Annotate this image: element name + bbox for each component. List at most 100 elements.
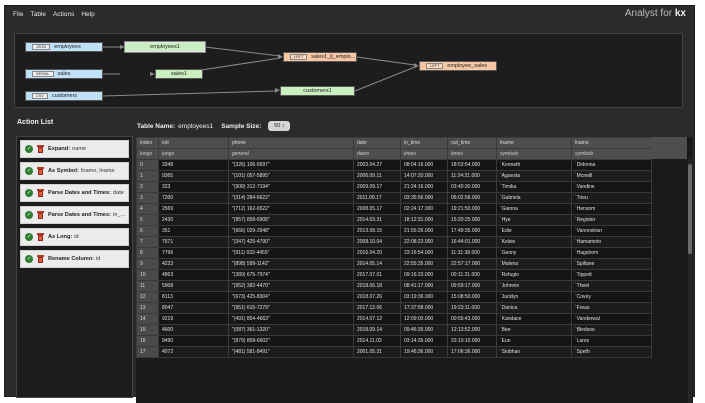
table-row: 11 5908 "(952) 382-4470" 2018.06.18 08:41:17… xyxy=(136,280,652,292)
table-cell: 2006.09.11 xyxy=(353,170,401,182)
column-header[interactable]: out_time xyxy=(447,137,497,149)
table-cell: 9490 xyxy=(158,335,229,347)
check-icon[interactable]: ✓ xyxy=(25,189,33,197)
action-item-expand[interactable]: ✓ Expand: name xyxy=(20,140,129,158)
table-row: 5 2430 "(857) 858-6908" 2014.03.31 18:12:31.… xyxy=(136,214,652,226)
trash-icon[interactable] xyxy=(37,145,44,153)
table-cell: 2009.09.17 xyxy=(353,181,401,193)
table-cell: `Kelsie xyxy=(496,236,572,248)
transform-node-employees1[interactable]: employees1 xyxy=(125,42,205,52)
action-item-as-long[interactable]: ✓ As Long: id xyxy=(20,228,129,246)
column-type[interactable]: symbols xyxy=(571,148,652,160)
column-header[interactable]: lname xyxy=(571,137,652,149)
table-cell: `Lares xyxy=(571,335,652,347)
action-list: ✓ Expand: name ✓ As Symbol: fname, lname… xyxy=(16,136,133,398)
action-detail: id xyxy=(96,256,101,262)
table-cell: `Vanderwal xyxy=(571,313,652,325)
table-row: 13 8047 "(951) 615-7279" 2017.12.06 17:37:58… xyxy=(136,302,652,314)
row-index: 1 xyxy=(136,170,159,182)
pipeline-canvas[interactable]: JSON employees SERIAL sales CSV customer… xyxy=(14,33,683,108)
column-header[interactable]: date xyxy=(353,137,401,149)
action-item-rename-column[interactable]: ✓ Rename Column: id xyxy=(20,250,129,268)
table-cell: 18:53:54.000 xyxy=(447,159,497,171)
table-cell: 02:24:17.000 xyxy=(400,203,448,215)
check-icon[interactable]: ✓ xyxy=(25,211,33,219)
action-item-parse-in-time[interactable]: ✓ Parse Dates and Times: in_... xyxy=(20,206,129,224)
sample-size-select[interactable]: 50 ↕ xyxy=(268,121,291,131)
table-row: 6 351 "(666) 029-2948" 2013.08.15 21:55:26.0… xyxy=(136,225,652,237)
transform-node-customers1[interactable]: customers1 xyxy=(280,86,355,96)
source-node-customers[interactable]: CSV customers xyxy=(25,91,103,101)
column-header[interactable]: in_time xyxy=(400,137,448,149)
trash-icon[interactable] xyxy=(37,233,44,241)
table-cell: 11:31:38.000 xyxy=(447,247,497,259)
menu-table[interactable]: Table xyxy=(30,11,46,18)
menu-help[interactable]: Help xyxy=(81,11,94,18)
table-cell: `Aguesta xyxy=(496,170,572,182)
brand-prefix: Analyst for xyxy=(624,8,675,19)
table-cell: 22:55:35.000 xyxy=(400,258,448,270)
table-row: 7 7571 "(347) 425-4790" 2008.10.04 22:08:23.… xyxy=(136,236,652,248)
table-cell: `Trieu xyxy=(571,192,652,204)
table-cell: 00:56:43.000 xyxy=(447,313,497,325)
table-cell: 2001.05.31 xyxy=(353,346,401,358)
trash-icon[interactable] xyxy=(37,189,44,197)
table-cell: 17:37:58.000 xyxy=(400,302,448,314)
action-name: Expand: xyxy=(48,146,71,152)
action-name: Rename Column: xyxy=(48,256,94,262)
column-type[interactable]: longs xyxy=(136,148,159,160)
table-cell: "(326) 106-5697" xyxy=(228,159,354,171)
action-item-as-symbol[interactable]: ✓ As Symbol: fname, lname xyxy=(20,162,129,180)
table-cell: `Theel xyxy=(571,280,652,292)
vertical-scrollbar[interactable] xyxy=(688,159,692,403)
column-header[interactable]: fname xyxy=(496,137,572,149)
table-cell: `Refugio xyxy=(496,269,572,281)
table-cell: 4072 xyxy=(158,346,229,358)
menu-file[interactable]: File xyxy=(13,11,23,18)
column-type[interactable]: symbols xyxy=(496,148,572,160)
trash-icon[interactable] xyxy=(37,167,44,175)
table-cell: 22:08:23.000 xyxy=(400,236,448,248)
data-grid[interactable]: index eid phone date in_time out_time fname lna… xyxy=(136,137,693,403)
row-index: 0 xyxy=(136,159,159,171)
column-header[interactable]: phone xyxy=(228,137,354,149)
trash-icon[interactable] xyxy=(37,255,44,263)
scrollbar-thumb[interactable] xyxy=(688,164,692,254)
edge-customers1-final xyxy=(354,66,416,92)
row-index: 11 xyxy=(136,280,159,292)
menu-actions[interactable]: Actions xyxy=(53,11,74,18)
column-type[interactable]: times xyxy=(447,148,497,160)
check-icon[interactable]: ✓ xyxy=(25,167,33,175)
action-name: As Long: xyxy=(48,234,73,240)
column-type[interactable]: dates xyxy=(353,148,401,160)
action-list-title: Action List xyxy=(17,119,54,126)
table-cell: `Johnnie xyxy=(496,280,572,292)
table-cell: 23:10:10.000 xyxy=(447,335,497,347)
source-node-sales[interactable]: SERIAL sales xyxy=(25,69,103,79)
table-cell: `Didonna xyxy=(571,159,652,171)
table-name-value: employees1 xyxy=(178,122,214,130)
data-table: index eid phone date in_time out_time fname lna… xyxy=(136,137,652,358)
column-type[interactable]: longs xyxy=(158,148,229,160)
table-row: 10 4863 "(389) 675-7974" 2017.07.01 09:16:33… xyxy=(136,269,652,281)
table-row: 15 4600 "(087) 361-1320" 2018.09.14 09:46:35… xyxy=(136,324,652,336)
join-node-employee-sales[interactable]: LEFT employee_sales xyxy=(419,61,497,71)
column-type[interactable]: times xyxy=(400,148,448,160)
table-cell: 3348 xyxy=(158,159,229,171)
row-index: 4 xyxy=(136,203,159,215)
check-icon[interactable]: ✓ xyxy=(25,255,33,263)
source-node-employees[interactable]: JSON employees xyxy=(25,42,103,52)
join-node-sales1-lj[interactable]: LEFT sales1_lj_emplo... xyxy=(283,52,357,62)
trash-icon[interactable] xyxy=(37,211,44,219)
column-header[interactable]: eid xyxy=(158,137,229,149)
action-item-parse-date[interactable]: ✓ Parse Dates and Times: date xyxy=(20,184,129,202)
column-header[interactable]: index xyxy=(136,137,159,149)
table-cell: 06:02:58.000 xyxy=(447,192,497,204)
check-icon[interactable]: ✓ xyxy=(25,145,33,153)
column-type[interactable]: general xyxy=(228,148,354,160)
table-cell: 2017.07.01 xyxy=(353,269,401,281)
transform-node-sales1[interactable]: sales1 xyxy=(155,69,203,79)
check-icon[interactable]: ✓ xyxy=(25,233,33,241)
table-cell: 9219 xyxy=(158,313,229,325)
left-join-tag: LEFT xyxy=(426,63,444,69)
